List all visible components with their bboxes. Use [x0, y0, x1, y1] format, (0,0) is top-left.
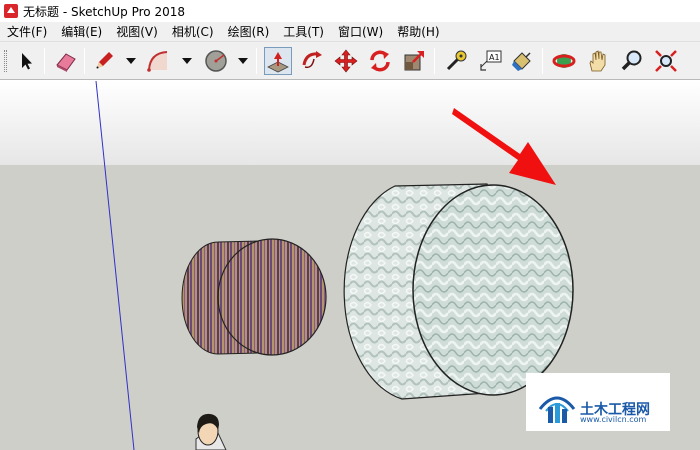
paint-bucket-icon — [512, 52, 531, 71]
sketchup-app-icon[interactable] — [4, 4, 18, 18]
circle-dropdown[interactable] — [236, 54, 250, 68]
zoom-tool-button[interactable] — [618, 47, 646, 75]
paint-bucket-tool-button[interactable] — [508, 47, 536, 75]
pencil-icon — [96, 52, 113, 69]
pencil-dropdown[interactable] — [124, 54, 138, 68]
menu-help[interactable]: 帮助(H) — [390, 22, 446, 42]
chevron-down-icon — [182, 58, 192, 64]
small-striped-cylinder[interactable] — [181, 238, 327, 356]
title-bar: 无标题 - SketchUp Pro 2018 — [0, 0, 700, 22]
window-title: 无标题 - SketchUp Pro 2018 — [23, 4, 185, 19]
main-toolbar: A1 — [0, 42, 700, 80]
menu-bar: 文件(F) 编辑(E) 视图(V) 相机(C) 绘图(R) 工具(T) 窗口(W… — [0, 22, 700, 42]
tape-measure-icon — [446, 50, 467, 71]
circle-icon — [205, 50, 227, 72]
sky — [0, 81, 700, 166]
arc-tool-button[interactable] — [144, 47, 172, 75]
text-tool-button[interactable]: A1 — [476, 47, 504, 75]
zoom-extents-icon — [655, 50, 677, 72]
watermark-emblem — [538, 396, 576, 423]
scale-tool-button[interactable] — [400, 47, 428, 75]
chevron-down-icon — [238, 58, 248, 64]
eraser-icon — [56, 53, 76, 72]
follow-me-tool-button[interactable] — [298, 47, 326, 75]
menu-edit[interactable]: 编辑(E) — [54, 22, 109, 42]
hand-icon — [589, 50, 606, 72]
move-tool-button[interactable] — [332, 47, 360, 75]
follow-me-icon — [302, 51, 322, 69]
orbit-tool-button[interactable] — [550, 47, 578, 75]
circle-tool-button[interactable] — [202, 47, 230, 75]
watermark-url: www.civilcn.com — [580, 415, 647, 424]
arc-dropdown[interactable] — [180, 54, 194, 68]
magnifier-icon — [621, 50, 642, 71]
menu-view[interactable]: 视图(V) — [109, 22, 165, 42]
arc-icon — [147, 51, 168, 72]
pencil-tool-button[interactable] — [90, 47, 118, 75]
large-textured-cylinder[interactable] — [343, 183, 574, 400]
rotate-tool-button[interactable] — [366, 47, 394, 75]
text-tool-label: A1 — [489, 53, 500, 62]
move-icon — [334, 49, 358, 73]
orbit-icon — [552, 54, 576, 68]
select-tool-button[interactable] — [12, 47, 40, 75]
watermark-logo: 土木工程网 www.civilcn.com — [526, 373, 670, 431]
menu-file[interactable]: 文件(F) — [0, 22, 54, 42]
scale-icon — [404, 51, 424, 71]
eraser-tool-button[interactable] — [52, 47, 80, 75]
toolbar-grip[interactable] — [4, 50, 7, 72]
push-pull-tool-button[interactable] — [264, 47, 292, 75]
zoom-extents-tool-button[interactable] — [652, 47, 680, 75]
push-pull-icon — [267, 52, 289, 73]
menu-camera[interactable]: 相机(C) — [165, 22, 221, 42]
modeling-viewport[interactable]: 土木工程网 www.civilcn.com — [0, 81, 700, 450]
menu-tools[interactable]: 工具(T) — [276, 22, 331, 42]
pan-tool-button[interactable] — [584, 47, 612, 75]
arrow-cursor-icon — [22, 53, 32, 70]
menu-draw[interactable]: 绘图(R) — [221, 22, 277, 42]
chevron-down-icon — [126, 58, 136, 64]
text-label-icon: A1 — [480, 50, 502, 71]
rotate-icon — [370, 50, 390, 72]
tape-measure-tool-button[interactable] — [442, 47, 470, 75]
menu-window[interactable]: 窗口(W) — [331, 22, 390, 42]
